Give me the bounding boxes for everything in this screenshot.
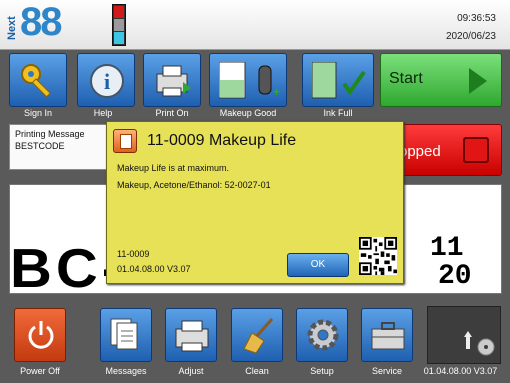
makeup-good-label: Makeup Good [219,108,277,118]
usb-disc-icon [464,331,495,356]
ink-full-button[interactable] [302,53,374,107]
makeup-good-button[interactable]: + [209,53,287,107]
sign-in-label: Sign In [23,108,53,118]
logo-number: 88 [20,0,62,44]
dialog-version: 01.04.08.00 V3.07 [117,264,191,274]
next88-logo: Next 88 [6,0,76,46]
power-off-button[interactable] [14,308,66,362]
logo-prefix: Next [6,16,18,40]
play-icon [469,68,487,94]
start-label: Start [389,70,423,87]
start-button[interactable]: Start [380,53,502,107]
gear-icon [307,319,339,351]
printer-adjust-icon [175,320,209,352]
clean-label: Clean [245,366,269,376]
status-beacon-icon [112,4,126,46]
clean-button[interactable] [231,308,283,362]
documents-icon [110,318,138,350]
messages-label: Messages [105,366,147,376]
toolbox-icon [371,322,405,350]
ink-full-label: Ink Full [323,108,353,118]
print-on-label: Print On [155,108,189,118]
dialog-title: 11-0009 Makeup Life [147,132,297,149]
makeup-level-icon: + [219,62,280,99]
current-date: 2020/06/23 [445,31,496,42]
setup-button[interactable] [296,308,348,362]
preview-text-bottom-right: 20 [438,261,472,292]
qr-code-icon [359,237,397,275]
svg-text:i: i [104,69,110,94]
info-icon: i [90,64,124,98]
clock: 09:36:53 2020/06/23 [446,10,496,46]
service-button[interactable] [361,308,413,362]
service-label: Service [371,366,402,376]
power-icon [28,321,54,349]
status-label: opped [399,143,441,160]
alarm-dialog: 11-0009 Makeup Life Makeup Life is at ma… [106,121,404,284]
ok-button[interactable]: OK [287,253,349,277]
alert-document-icon [113,129,137,153]
print-on-button[interactable] [143,53,201,107]
dialog-error-code: 11-0009 [117,249,150,259]
dialog-message-line1: Makeup Life is at maximum. [117,163,230,173]
svg-text:+: + [273,85,280,99]
software-version: 01.04.08.00 V3.07 [423,366,498,376]
printer-icon [156,65,191,97]
broom-icon [243,318,274,354]
header-bar: Next 88 09:36:53 2020/06/23 [0,0,510,50]
current-time: 09:36:53 [457,13,496,24]
dialog-message-line2: Makeup, Acetone/Ethanol: 52-0027-01 [117,180,271,190]
adjust-label: Adjust [178,366,204,376]
help-label: Help [93,108,113,118]
adjust-button[interactable] [165,308,217,362]
sign-in-button[interactable] [9,53,67,107]
messages-button[interactable] [100,308,152,362]
power-off-label: Power Off [20,366,60,376]
help-button[interactable]: i [77,53,135,107]
key-icon [21,64,51,98]
ink-level-icon [312,62,366,99]
preview-text-top-right: 11 [430,233,464,264]
storage-status-panel[interactable] [427,306,501,364]
setup-label: Setup [310,366,334,376]
stop-icon [463,137,489,163]
